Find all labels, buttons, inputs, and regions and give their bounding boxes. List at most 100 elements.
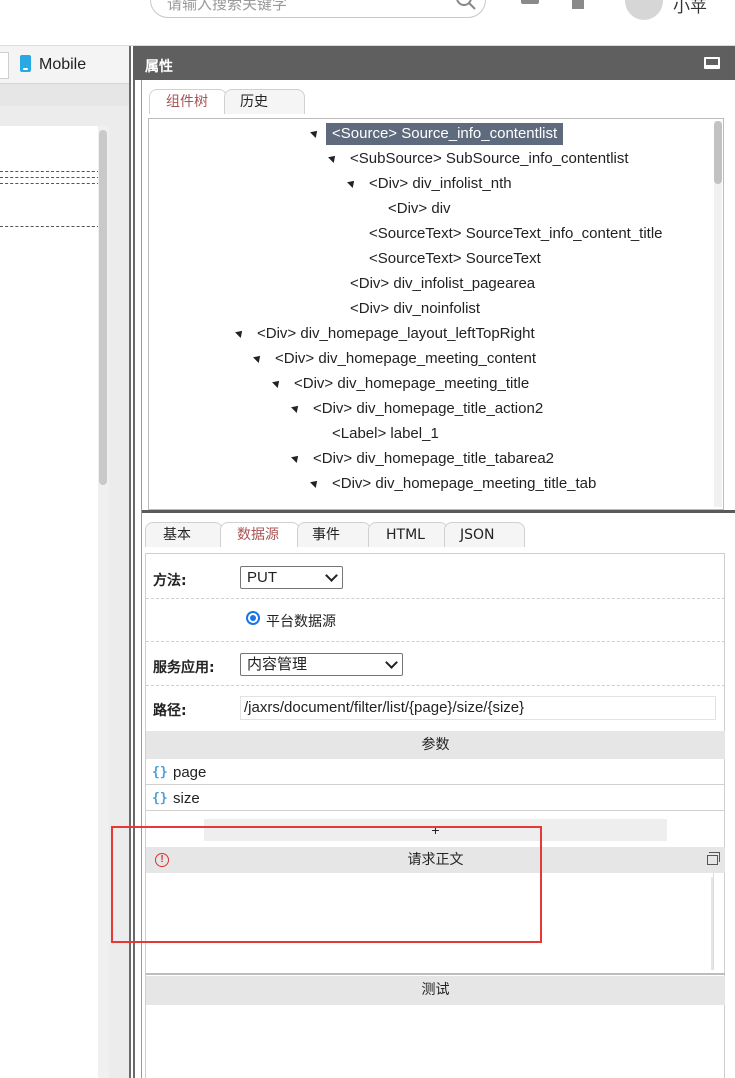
panel-divider[interactable] — [142, 510, 735, 513]
path-input[interactable]: /jaxrs/document/filter/list/{page}/size/… — [240, 696, 716, 720]
message-icon[interactable] — [519, 0, 541, 10]
tree-node-name: Source_info_contentlist — [401, 125, 558, 142]
tree-node-tag: <Div> — [313, 400, 353, 417]
service-label: 服务应用: — [153, 660, 215, 676]
test-header: 测试 — [146, 976, 725, 1005]
username[interactable]: 小苹 — [673, 0, 707, 17]
tree-expand-caret[interactable] — [272, 378, 282, 388]
tree-node-tag: <SourceText> — [369, 250, 462, 267]
tree-node[interactable]: <Div> div_homepage_meeting_content — [275, 348, 536, 370]
tree-node[interactable]: <Div> div — [388, 198, 451, 220]
tree-expand-caret[interactable] — [310, 128, 320, 138]
params-header: 参数 — [146, 731, 725, 759]
tab-events[interactable]: 事件 — [297, 522, 371, 547]
platform-source-radio[interactable] — [246, 611, 260, 625]
section-divider — [146, 973, 725, 975]
tree-node[interactable]: <SourceText> SourceText_info_content_tit… — [369, 223, 663, 245]
tree-expand-caret[interactable] — [235, 328, 245, 338]
tree-node-name: SourceText_info_content_title — [465, 225, 663, 242]
tree-node[interactable]: <Label> label_1 — [332, 423, 439, 445]
design-canvas[interactable] — [0, 126, 109, 1078]
method-select[interactable]: PUT — [240, 566, 343, 589]
method-row — [146, 554, 725, 599]
tree-node-tag: <Div> — [294, 375, 334, 392]
tree-expand-caret[interactable] — [291, 403, 301, 413]
chevron-down-icon — [325, 569, 338, 582]
info-icon[interactable]: ! — [155, 853, 169, 867]
platform-source-label: 平台数据源 — [266, 614, 336, 630]
tree-scrollbar-thumb[interactable] — [714, 121, 722, 184]
param-row[interactable]: {} size — [146, 786, 725, 811]
request-body-editor[interactable] — [146, 873, 714, 970]
skin-icon[interactable] — [566, 0, 590, 10]
tree-node-tag: <Div> — [388, 200, 428, 217]
path-label: 路径: — [153, 703, 187, 719]
tab-history[interactable]: 历史 — [224, 89, 305, 114]
search-box[interactable] — [150, 0, 486, 18]
canvas-divider — [0, 226, 100, 227]
tree-node[interactable]: <SourceText> SourceText — [369, 248, 541, 270]
param-row[interactable]: {} page — [146, 760, 725, 785]
canvas-scrollbar-thumb[interactable] — [99, 130, 107, 485]
service-row — [146, 642, 725, 686]
properties-title: 属性 — [145, 59, 173, 75]
canvas-divider — [0, 183, 100, 184]
service-select[interactable]: 内容管理 — [240, 653, 403, 676]
tree-expand-caret[interactable] — [253, 353, 263, 363]
tree-node-tag: <Div> — [350, 275, 390, 292]
braces-icon: {} — [152, 765, 168, 780]
tree-node-name: div — [431, 200, 451, 217]
tree-node[interactable]: <Div> div_noinfolist — [350, 298, 480, 320]
request-body-scrollbar[interactable] — [711, 877, 713, 970]
tree-node-name: div_homepage_layout_leftTopRight — [300, 325, 535, 342]
properties-header — [133, 46, 735, 80]
tree-node[interactable]: <Div> div_homepage_meeting_title — [294, 373, 529, 395]
tree-node-tag: <Div> — [332, 475, 372, 492]
tree-node-tag: <Div> — [350, 300, 390, 317]
tree-expand-caret[interactable] — [310, 478, 320, 488]
tree-expand-caret[interactable] — [347, 178, 357, 188]
device-tab-previous[interactable] — [0, 52, 9, 79]
tree-node[interactable]: <Div> div_infolist_nth — [369, 173, 512, 195]
tree-node-name: div_homepage_meeting_title — [337, 375, 530, 392]
tree-node[interactable]: <Div> div_homepage_title_action2 — [313, 398, 543, 420]
maximize-icon[interactable] — [704, 57, 720, 69]
device-tab-label: Mobile — [39, 56, 87, 73]
pane-splitter[interactable] — [129, 46, 131, 1078]
tree-node-tag: <Label> — [332, 425, 387, 442]
tree-node[interactable]: <SubSource> SubSource_info_contentlist — [350, 148, 629, 170]
tab-basic[interactable]: 基本 — [145, 522, 223, 547]
panel-border — [133, 80, 142, 1078]
canvas-divider — [0, 177, 100, 178]
tab-json[interactable]: JSON — [444, 522, 525, 547]
request-body-header: 请求正文 — [146, 847, 725, 873]
tab-component-tree[interactable]: 组件树 — [149, 89, 227, 114]
device-tab-mobile[interactable]: Mobile — [20, 53, 86, 77]
chevron-down-icon — [385, 656, 398, 669]
tree-node-name: SourceText — [465, 250, 541, 267]
tree-node-name: div_homepage_meeting_content — [318, 350, 537, 367]
tree-node-tag: <SubSource> — [350, 150, 442, 167]
source-row — [146, 599, 725, 642]
tree-node[interactable]: <Div> div_homepage_meeting_title_tab — [332, 473, 596, 495]
search-icon[interactable] — [454, 0, 478, 12]
tree-node[interactable]: <Div> div_infolist_pagearea — [350, 273, 535, 295]
tree-expand-caret[interactable] — [291, 453, 301, 463]
restore-icon[interactable] — [707, 852, 720, 865]
tree-node-tag: <SourceText> — [369, 225, 462, 242]
canvas-toolbar — [0, 84, 129, 106]
tree-node-name: div_homepage_title_action2 — [356, 400, 544, 417]
tree-node-selected[interactable]: <Source> Source_info_contentlist — [326, 123, 563, 145]
tab-html[interactable]: HTML — [368, 522, 448, 547]
tree-node-name: div_infolist_pagearea — [393, 275, 536, 292]
tree-node[interactable]: <Div> div_homepage_layout_leftTopRight — [257, 323, 535, 345]
tree-expand-caret[interactable] — [328, 153, 338, 163]
param-name: page — [173, 764, 207, 781]
tree-node[interactable]: <Div> div_homepage_title_tabarea2 — [313, 448, 554, 470]
add-param-button[interactable]: + — [204, 819, 667, 841]
tab-datasource[interactable]: 数据源 — [220, 522, 300, 547]
mobile-icon — [20, 55, 31, 72]
tree-node-tag: <Source> — [332, 125, 398, 142]
search-input[interactable] — [167, 0, 437, 13]
braces-icon: {} — [152, 791, 168, 806]
